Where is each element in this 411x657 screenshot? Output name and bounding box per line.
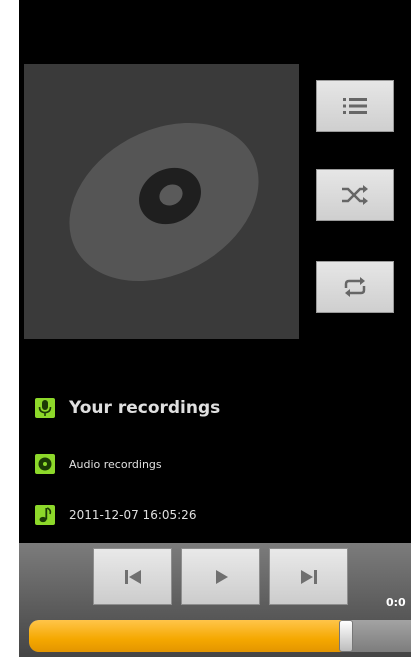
repeat-icon — [344, 277, 366, 297]
artist-name: Audio recordings — [69, 457, 162, 471]
artist-row: Audio recordings — [35, 454, 162, 474]
elapsed-time: 0:0 — [386, 596, 406, 609]
next-icon — [300, 569, 317, 584]
shuffle-button[interactable] — [316, 169, 394, 221]
repeat-button[interactable] — [316, 261, 394, 313]
music-note-icon — [35, 505, 55, 525]
list-icon — [343, 98, 367, 114]
track-title: Your recordings — [69, 398, 221, 418]
play-icon — [215, 569, 228, 584]
progress-fill — [29, 620, 347, 652]
music-player-screen: Your recordings Audio recordings 2011-12… — [19, 0, 411, 657]
next-button[interactable] — [269, 548, 348, 605]
previous-button[interactable] — [93, 548, 172, 605]
date-row: 2011-12-07 16:05:26 — [35, 505, 196, 525]
progress-bar[interactable] — [29, 620, 411, 652]
microphone-icon — [35, 398, 55, 418]
shuffle-icon — [342, 185, 368, 205]
previous-icon — [124, 569, 141, 584]
disc-icon — [69, 122, 259, 282]
playlist-button[interactable] — [316, 80, 394, 132]
recording-date: 2011-12-07 16:05:26 — [69, 508, 197, 522]
album-art — [24, 64, 299, 339]
progress-thumb[interactable] — [339, 620, 354, 652]
play-button[interactable] — [181, 548, 260, 605]
track-title-row: Your recordings — [35, 398, 220, 418]
disc-icon — [35, 454, 55, 474]
